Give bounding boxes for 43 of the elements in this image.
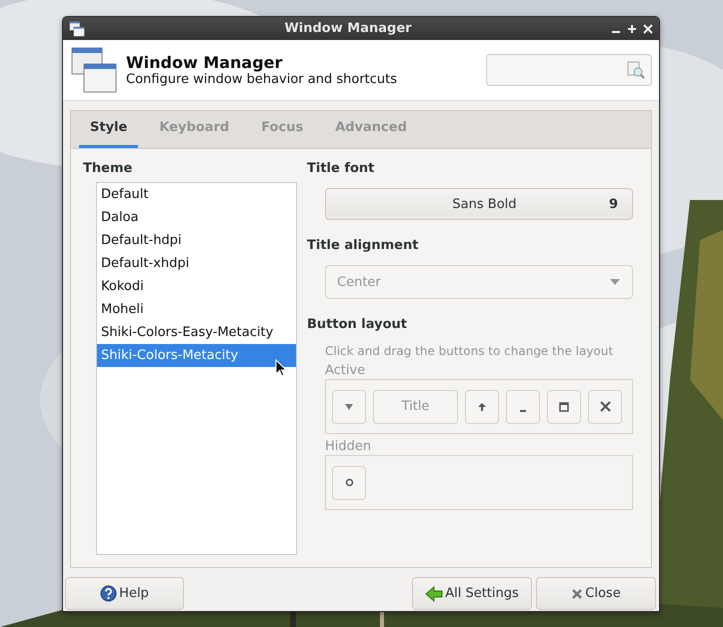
hidden-frame-label: Hidden — [325, 440, 372, 454]
close-button[interactable]: Close — [536, 577, 656, 610]
up-arrow-icon — [477, 402, 487, 412]
theme-item[interactable]: Default-hdpi — [97, 229, 296, 252]
maximize-icon[interactable] — [627, 24, 637, 34]
theme-item[interactable]: Default — [97, 183, 296, 206]
circle-icon — [344, 478, 354, 487]
close-slot[interactable] — [588, 390, 622, 424]
windows-icon — [70, 46, 118, 94]
theme-item[interactable]: Shiki-Colors-Metacity — [97, 344, 296, 367]
theme-item[interactable]: Daloa — [97, 206, 296, 229]
mouse-cursor-icon — [275, 359, 286, 377]
title-alignment-label: Title alignment — [307, 238, 420, 253]
search-icon — [627, 61, 645, 79]
title-font-label: Title font — [307, 161, 376, 176]
theme-item[interactable]: Shiki-Colors-Easy-Metacity — [97, 321, 296, 344]
button-layout-label: Button layout — [307, 317, 408, 332]
maximize-icon — [559, 402, 569, 412]
minimize-icon — [520, 410, 526, 412]
theme-item[interactable]: Default-xhdpi — [97, 252, 296, 275]
all-settings-button[interactable]: All Settings — [412, 577, 532, 610]
header-subtitle: Configure window behavior and shortcuts — [126, 72, 398, 87]
window-title: Window Manager — [283, 21, 413, 36]
button-layout-hint: Click and drag the buttons to change the layout — [325, 344, 614, 358]
theme-item[interactable]: Moheli — [97, 298, 296, 321]
close-icon — [571, 588, 584, 600]
active-frame-label: Active — [325, 364, 366, 378]
theme-item[interactable]: Kokodi — [97, 275, 296, 298]
help-icon — [100, 585, 118, 602]
left-arrow-icon — [425, 586, 444, 602]
theme-label: Theme — [83, 161, 134, 176]
stick-slot[interactable] — [332, 466, 366, 500]
help-button[interactable]: Help — [65, 577, 184, 610]
search-field[interactable] — [486, 54, 652, 86]
font-button[interactable]: Sans Bold 9 — [325, 188, 633, 220]
dropdown-arrow-icon — [610, 279, 620, 285]
maximize-slot[interactable] — [547, 390, 581, 424]
close-icon[interactable] — [643, 24, 653, 34]
close-icon — [600, 401, 610, 412]
menu-arrow-icon — [344, 402, 354, 410]
window-icon — [69, 20, 85, 36]
tab[interactable]: Style — [79, 120, 138, 148]
header-title: Window Manager — [126, 53, 284, 72]
